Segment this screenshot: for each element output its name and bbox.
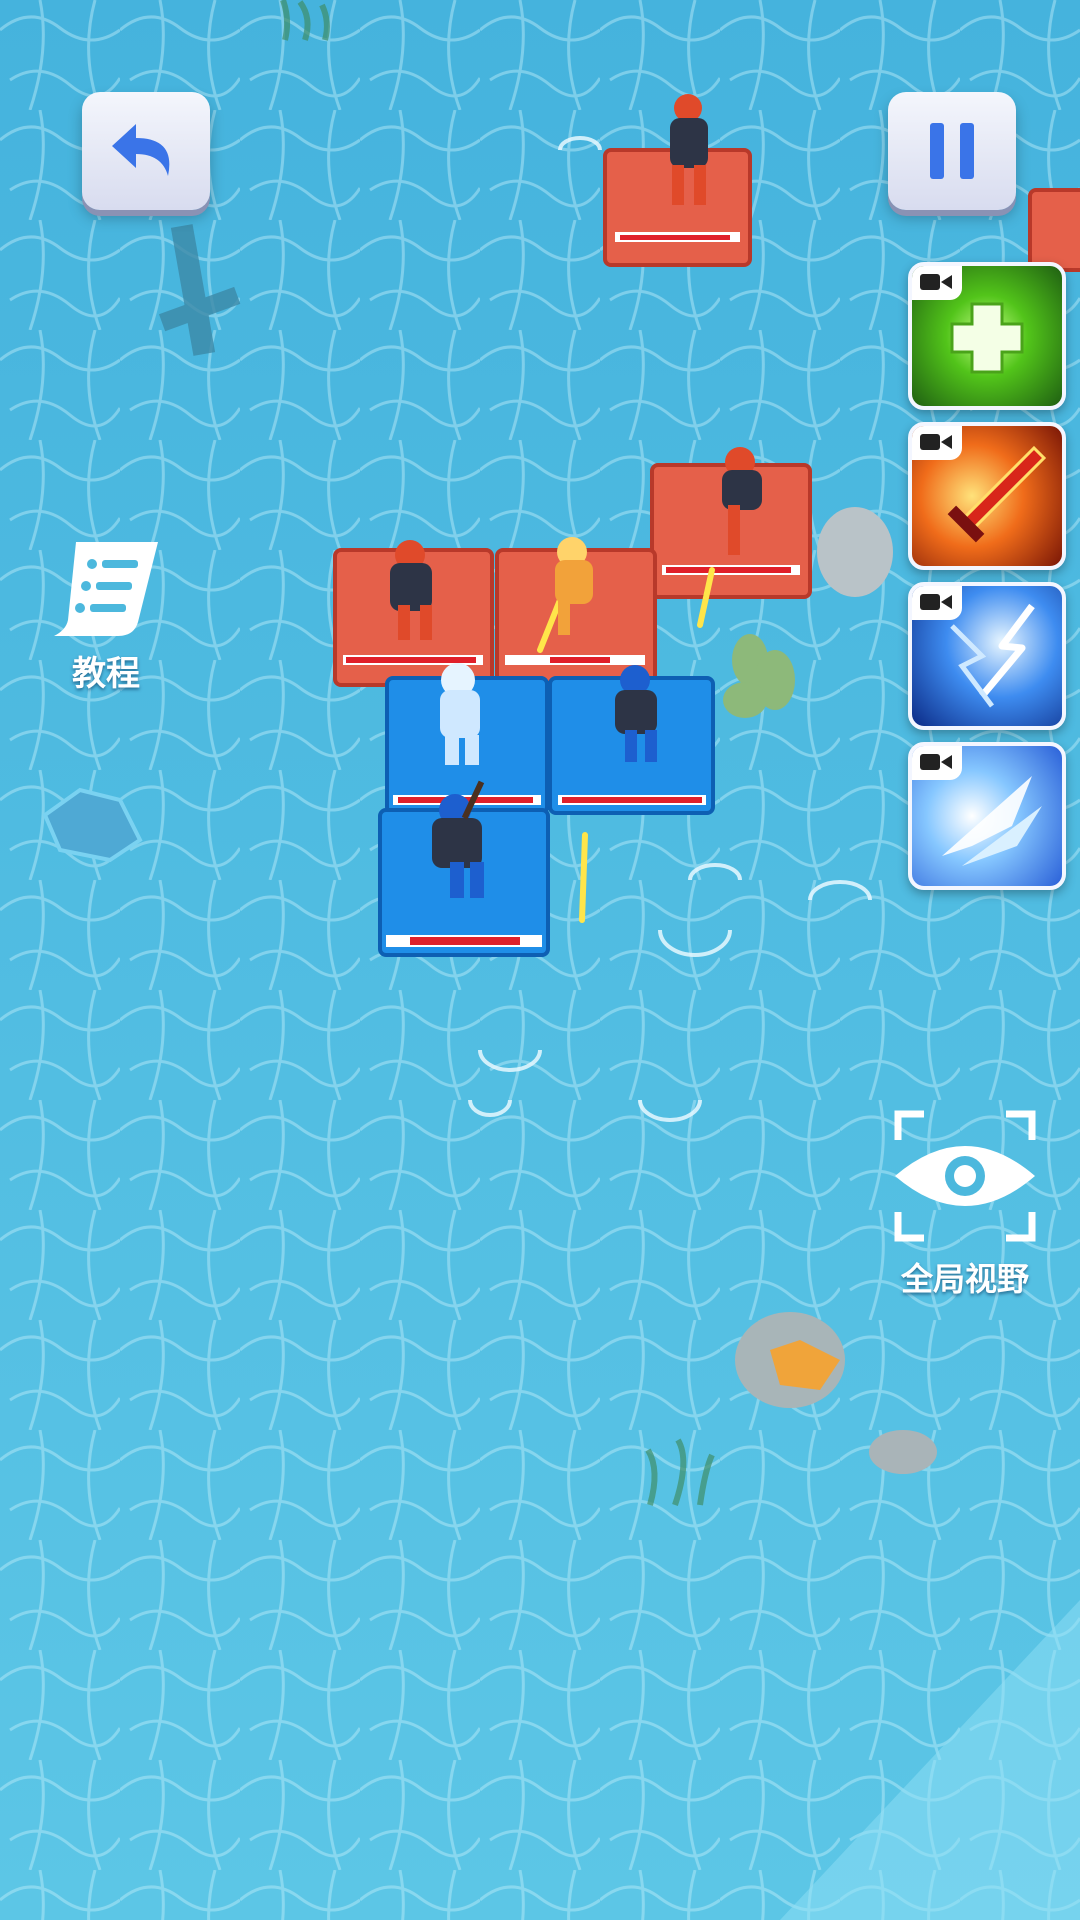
tutorial-button[interactable]: 教程: [36, 532, 176, 695]
pause-button[interactable]: [888, 92, 1016, 210]
back-button[interactable]: [82, 92, 210, 210]
eye-frame-icon: [894, 1110, 1036, 1242]
scroll-list-icon: [54, 542, 158, 636]
video-camera-icon: [912, 426, 962, 460]
skill-heal-button[interactable]: [908, 262, 1066, 410]
video-camera-icon: [912, 746, 962, 780]
undo-arrow-icon: [112, 124, 170, 176]
grey-rock-top: [817, 507, 893, 597]
global-view-button[interactable]: 全局视野: [880, 1106, 1050, 1300]
orange-gem-rock: [735, 1312, 845, 1408]
pause-icon: [930, 123, 974, 179]
skill-flame-sword-button[interactable]: [908, 422, 1066, 570]
skill-lightning-button[interactable]: [908, 582, 1066, 730]
tutorial-label: 教程: [72, 654, 140, 694]
small-grey-rock: [869, 1430, 937, 1474]
enemy-tile-edge[interactable]: [1028, 188, 1080, 272]
skill-ice-shard-button[interactable]: [908, 742, 1066, 890]
video-camera-icon: [912, 266, 962, 300]
global-view-label: 全局视野: [900, 1260, 1029, 1298]
video-camera-icon: [912, 586, 962, 620]
